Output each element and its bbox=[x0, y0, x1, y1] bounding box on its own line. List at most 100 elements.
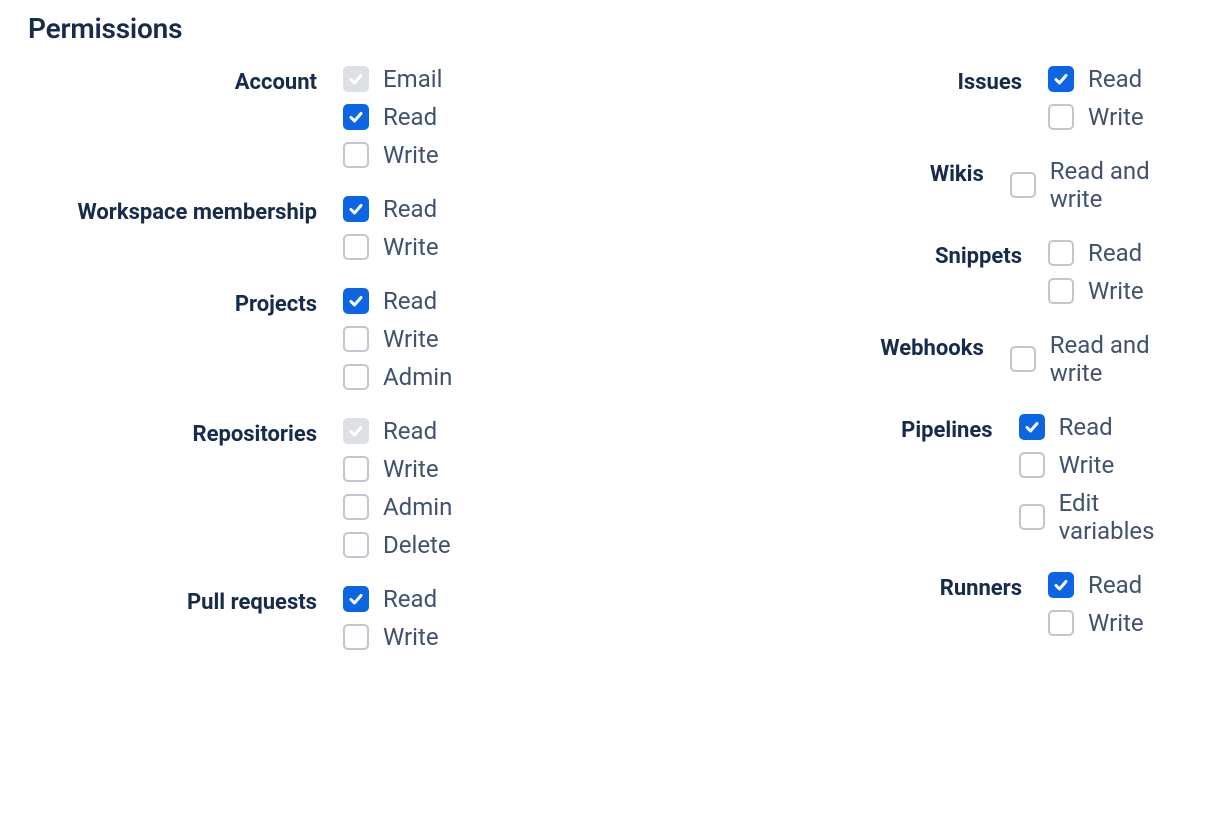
perm-group-label-wikis: Wikis bbox=[708, 157, 1010, 189]
perm-group-label-repositories: Repositories bbox=[28, 417, 343, 449]
checkbox-webhooks-read-and-write[interactable] bbox=[1010, 346, 1036, 372]
perm-options-repositories: Read Write Admin Delete bbox=[343, 417, 452, 559]
perm-option-projects-admin: Admin bbox=[343, 363, 452, 391]
checkbox-runners-read[interactable] bbox=[1048, 572, 1074, 598]
perm-group-workspace-membership: Workspace membershipReadWrite bbox=[28, 195, 488, 261]
perm-options-projects: Read Write Admin bbox=[343, 287, 452, 391]
checkbox-pull-requests-read[interactable] bbox=[343, 586, 369, 612]
checkbox-account-write[interactable] bbox=[343, 142, 369, 168]
perm-option-runners-read: Read bbox=[1048, 571, 1144, 599]
perm-option-label-account-write: Write bbox=[383, 141, 439, 169]
perm-option-label-runners-write: Write bbox=[1088, 609, 1144, 637]
perm-option-label-runners-read: Read bbox=[1088, 571, 1142, 599]
perm-option-label-workspace-membership-write: Write bbox=[383, 233, 439, 261]
perm-option-label-workspace-membership-read: Read bbox=[383, 195, 437, 223]
checkbox-account-read[interactable] bbox=[343, 104, 369, 130]
perm-options-account: Email Read Write bbox=[343, 65, 442, 169]
checkbox-pull-requests-write[interactable] bbox=[343, 624, 369, 650]
perm-option-label-pipelines-write: Write bbox=[1059, 451, 1115, 479]
perm-group-pipelines: Pipelines Read Write Edit variables bbox=[708, 413, 1184, 545]
perm-option-repositories-admin: Admin bbox=[343, 493, 452, 521]
perm-group-projects: Projects Read Write Admin bbox=[28, 287, 488, 391]
perm-option-pull-requests-write: Write bbox=[343, 623, 439, 651]
perm-option-label-repositories-delete: Delete bbox=[383, 531, 451, 559]
perm-option-label-projects-read: Read bbox=[383, 287, 437, 315]
checkbox-workspace-membership-read[interactable] bbox=[343, 196, 369, 222]
perm-option-label-wikis-read-and-write: Read and write bbox=[1050, 157, 1184, 213]
perm-group-snippets: Snippets Read Write bbox=[708, 239, 1184, 305]
checkbox-projects-read[interactable] bbox=[343, 288, 369, 314]
perm-option-label-pull-requests-read: Read bbox=[383, 585, 437, 613]
perm-option-repositories-delete: Delete bbox=[343, 531, 452, 559]
checkbox-pipelines-read[interactable] bbox=[1019, 414, 1045, 440]
perm-option-label-pull-requests-write: Write bbox=[383, 623, 439, 651]
perm-option-label-pipelines-read: Read bbox=[1059, 413, 1113, 441]
checkbox-repositories-read bbox=[343, 418, 369, 444]
perm-option-label-webhooks-read-and-write: Read and write bbox=[1050, 331, 1184, 387]
perm-option-label-issues-write: Write bbox=[1088, 103, 1144, 131]
checkbox-pipelines-write[interactable] bbox=[1019, 452, 1045, 478]
perm-option-runners-write: Write bbox=[1048, 609, 1144, 637]
perm-group-label-pull-requests: Pull requests bbox=[28, 585, 343, 617]
checkbox-snippets-read[interactable] bbox=[1048, 240, 1074, 266]
perm-option-workspace-membership-write: Write bbox=[343, 233, 439, 261]
checkbox-issues-read[interactable] bbox=[1048, 66, 1074, 92]
perm-option-issues-read: Read bbox=[1048, 65, 1144, 93]
perm-group-webhooks: Webhooks Read and write bbox=[708, 331, 1184, 387]
perm-group-label-issues: Issues bbox=[708, 65, 1048, 97]
perm-option-label-pipelines-edit-variables: Edit variables bbox=[1059, 489, 1184, 545]
perm-option-label-repositories-read: Read bbox=[383, 417, 437, 445]
perm-option-account-email: Email bbox=[343, 65, 442, 93]
perm-option-snippets-read: Read bbox=[1048, 239, 1144, 267]
checkbox-repositories-delete[interactable] bbox=[343, 532, 369, 558]
page-title: Permissions bbox=[28, 12, 1184, 45]
perm-option-label-issues-read: Read bbox=[1088, 65, 1142, 93]
perm-group-account: Account Email Read Write bbox=[28, 65, 488, 169]
permissions-columns: AccountEmailReadWriteWorkspace membershi… bbox=[28, 65, 1184, 677]
perm-group-pull-requests: Pull requests Read Write bbox=[28, 585, 488, 651]
perm-group-label-snippets: Snippets bbox=[708, 239, 1048, 271]
perm-option-repositories-read: Read bbox=[343, 417, 452, 445]
checkbox-wikis-read-and-write[interactable] bbox=[1010, 172, 1036, 198]
perm-option-wikis-read-and-write: Read and write bbox=[1010, 157, 1184, 213]
perm-option-label-account-read: Read bbox=[383, 103, 437, 131]
perm-option-label-projects-write: Write bbox=[383, 325, 439, 353]
perm-option-webhooks-read-and-write: Read and write bbox=[1010, 331, 1184, 387]
perm-group-label-webhooks: Webhooks bbox=[708, 331, 1010, 363]
checkbox-runners-write[interactable] bbox=[1048, 610, 1074, 636]
perm-group-issues: Issues Read Write bbox=[708, 65, 1184, 131]
perm-options-snippets: Read Write bbox=[1048, 239, 1144, 305]
perm-option-pipelines-read: Read bbox=[1019, 413, 1184, 441]
perm-options-pull-requests: Read Write bbox=[343, 585, 439, 651]
perm-option-issues-write: Write bbox=[1048, 103, 1144, 131]
checkbox-account-email bbox=[343, 66, 369, 92]
perm-options-issues: Read Write bbox=[1048, 65, 1144, 131]
perm-options-webhooks: Read and write bbox=[1010, 331, 1184, 387]
perm-option-pipelines-write: Write bbox=[1019, 451, 1184, 479]
perm-group-label-account: Account bbox=[28, 65, 343, 97]
checkbox-repositories-admin[interactable] bbox=[343, 494, 369, 520]
perm-group-label-pipelines: Pipelines bbox=[708, 413, 1019, 445]
checkbox-projects-write[interactable] bbox=[343, 326, 369, 352]
perm-options-runners: Read Write bbox=[1048, 571, 1144, 637]
perm-option-projects-read: Read bbox=[343, 287, 452, 315]
perm-option-label-account-email: Email bbox=[383, 65, 442, 93]
permissions-column-right: IssuesReadWriteWikisRead and writeSnippe… bbox=[708, 65, 1184, 677]
perm-option-label-snippets-write: Write bbox=[1088, 277, 1144, 305]
perm-options-wikis: Read and write bbox=[1010, 157, 1184, 213]
checkbox-snippets-write[interactable] bbox=[1048, 278, 1074, 304]
checkbox-projects-admin[interactable] bbox=[343, 364, 369, 390]
checkbox-pipelines-edit-variables[interactable] bbox=[1019, 504, 1045, 530]
perm-option-account-write: Write bbox=[343, 141, 442, 169]
checkbox-issues-write[interactable] bbox=[1048, 104, 1074, 130]
perm-option-projects-write: Write bbox=[343, 325, 452, 353]
perm-option-label-snippets-read: Read bbox=[1088, 239, 1142, 267]
perm-option-snippets-write: Write bbox=[1048, 277, 1144, 305]
checkbox-repositories-write[interactable] bbox=[343, 456, 369, 482]
perm-group-label-projects: Projects bbox=[28, 287, 343, 319]
checkbox-workspace-membership-write[interactable] bbox=[343, 234, 369, 260]
perm-options-pipelines: Read Write Edit variables bbox=[1019, 413, 1184, 545]
perm-option-workspace-membership-read: Read bbox=[343, 195, 439, 223]
perm-option-repositories-write: Write bbox=[343, 455, 452, 483]
perm-options-workspace-membership: Read Write bbox=[343, 195, 439, 261]
